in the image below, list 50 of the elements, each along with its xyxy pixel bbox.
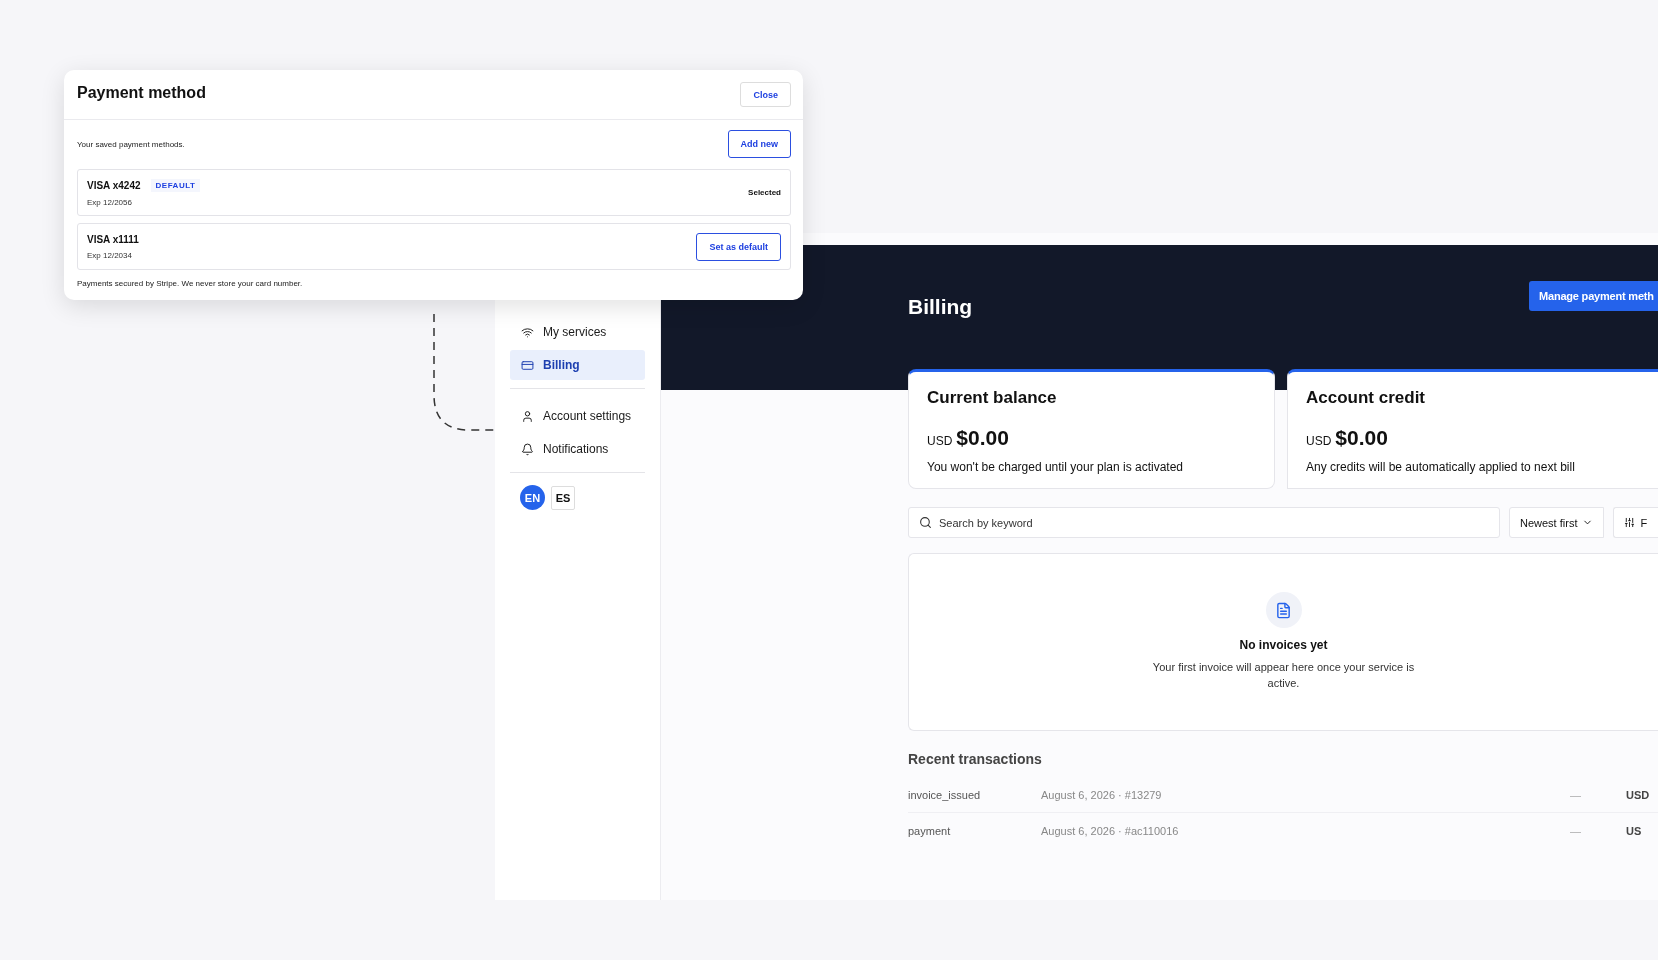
card-name: VISA x1111 (87, 233, 139, 245)
dialog-title: Payment method (77, 84, 206, 102)
nav-item[interactable]: My services (510, 317, 645, 347)
currency-label: USD (1306, 434, 1332, 448)
transaction-currency: US (1626, 825, 1643, 837)
transaction-amount: — (1570, 788, 1582, 801)
card-note: You won't be charged until your plan is activated (927, 460, 1184, 474)
manage-payment-button[interactable]: Manage payment meth (1529, 281, 1658, 311)
nav-item[interactable]: Notifications (510, 434, 645, 464)
transaction-detail: August 6, 2026 · #13279 (1041, 788, 1163, 801)
amount: $0.00 (1335, 426, 1388, 450)
card-expiry: Exp 12/2034 (87, 250, 133, 260)
set-default-button[interactable]: Set as default (696, 232, 781, 261)
transaction-type: payment (908, 825, 952, 837)
wifi-icon (521, 325, 534, 339)
close-button[interactable]: Close (740, 82, 791, 107)
sort-dropdown[interactable]: Newest first (1509, 507, 1605, 538)
card-name: VISA x4242 (87, 179, 141, 191)
empty-message: Your first invoice will appear here once your service is active. (1151, 660, 1416, 691)
card-note: Any credits will be automatically applied to next bill (1306, 460, 1576, 474)
default-badge: DEFAULT (150, 178, 201, 192)
bell-icon (521, 442, 534, 456)
empty-title: No invoices yet (1239, 638, 1328, 652)
transaction-detail: August 6, 2026 · #ac110016 (1041, 825, 1180, 837)
search-icon (919, 516, 932, 529)
section-title: Recent transactions (908, 751, 1043, 767)
user-icon (521, 409, 534, 423)
page-title: Billing (908, 295, 973, 319)
search-placeholder: Search by keyword (939, 516, 1033, 529)
card-expiry: Exp 12/2056 (87, 197, 133, 207)
transaction-currency: USD (1626, 788, 1651, 801)
dialog-subtitle: Your saved payment methods. (77, 139, 185, 149)
document-icon (1265, 592, 1302, 628)
selected-label: Selected (748, 188, 781, 197)
sliders-icon (1624, 517, 1636, 528)
security-note: Payments secured by Stripe. We never store your card number. (77, 279, 304, 288)
transaction-type: invoice_issued (908, 788, 982, 801)
nav-item[interactable]: Account settings (510, 401, 645, 431)
nav-item[interactable]: Billing (510, 350, 645, 380)
card-title: Current balance (927, 388, 1058, 408)
search-field[interactable]: Search by keyword (908, 507, 1500, 538)
card-title: Account credit (1306, 388, 1427, 408)
currency-label: USD (927, 434, 953, 448)
filter-button[interactable]: F (1613, 507, 1658, 538)
language-button[interactable]: ES (551, 485, 575, 510)
language-button[interactable]: EN (520, 485, 545, 510)
amount: $0.00 (956, 426, 1009, 450)
add-new-button[interactable]: Add new (727, 130, 791, 158)
credit-card-icon (521, 358, 534, 372)
transaction-amount: — (1570, 825, 1582, 837)
